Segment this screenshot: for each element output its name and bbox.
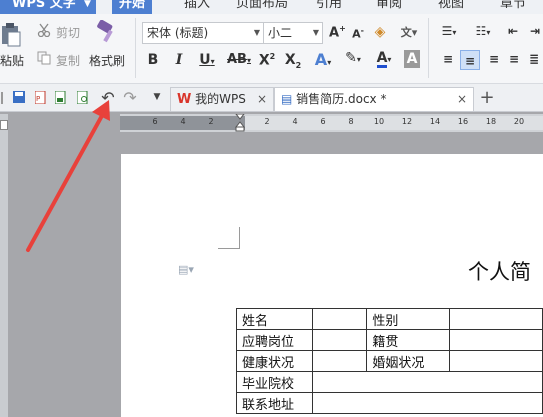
annotation-arrow (26, 100, 110, 252)
